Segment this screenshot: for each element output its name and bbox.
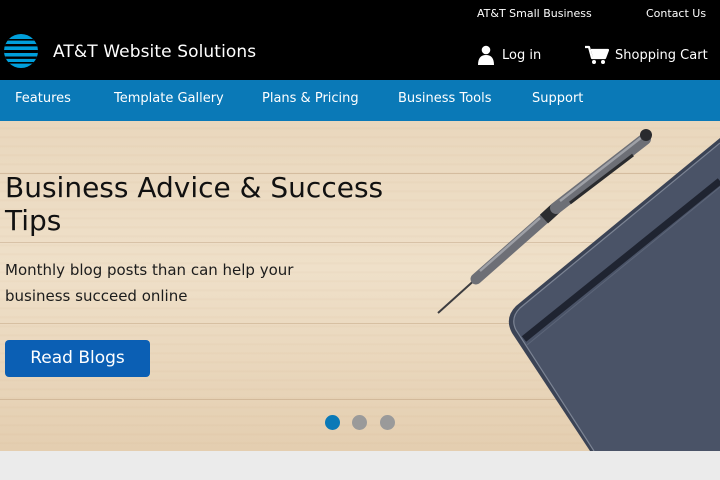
brand-name: AT&T Website Solutions: [53, 42, 257, 62]
notebook-icon: [508, 138, 720, 451]
login-link[interactable]: Log in: [478, 44, 541, 66]
user-icon: [478, 45, 494, 65]
shopping-cart-icon: [585, 45, 609, 64]
contact-us-link[interactable]: Contact Us: [646, 7, 706, 20]
att-globe-icon[interactable]: [4, 34, 38, 68]
carousel-dot-1[interactable]: [325, 415, 340, 430]
cart-label: Shopping Cart: [615, 47, 708, 63]
nav-item-business-tools[interactable]: Business Tools: [398, 80, 491, 121]
att-small-business-link[interactable]: AT&T Small Business: [477, 7, 592, 20]
hero-illustration: [437, 129, 720, 451]
nav-item-features[interactable]: Features: [15, 80, 71, 121]
read-blogs-button[interactable]: Read Blogs: [5, 340, 150, 377]
hero-title: Business Advice & Success Tips: [5, 171, 384, 237]
nav-item-plans-pricing[interactable]: Plans & Pricing: [262, 80, 359, 121]
carousel-dot-3[interactable]: [380, 415, 395, 430]
hero-banner: Business Advice & Success Tips Monthly b…: [0, 121, 720, 451]
main-nav: Features Template Gallery Plans & Pricin…: [0, 80, 720, 121]
nav-item-template-gallery[interactable]: Template Gallery: [114, 80, 224, 121]
nav-item-support[interactable]: Support: [532, 80, 583, 121]
shopping-cart-link[interactable]: Shopping Cart: [585, 44, 708, 66]
hero-subtitle: Monthly blog posts than can help your bu…: [5, 261, 294, 305]
site-header: AT&T Small Business Contact Us AT&T Webs…: [0, 0, 720, 80]
login-label: Log in: [502, 47, 542, 63]
carousel-dot-2[interactable]: [352, 415, 367, 430]
